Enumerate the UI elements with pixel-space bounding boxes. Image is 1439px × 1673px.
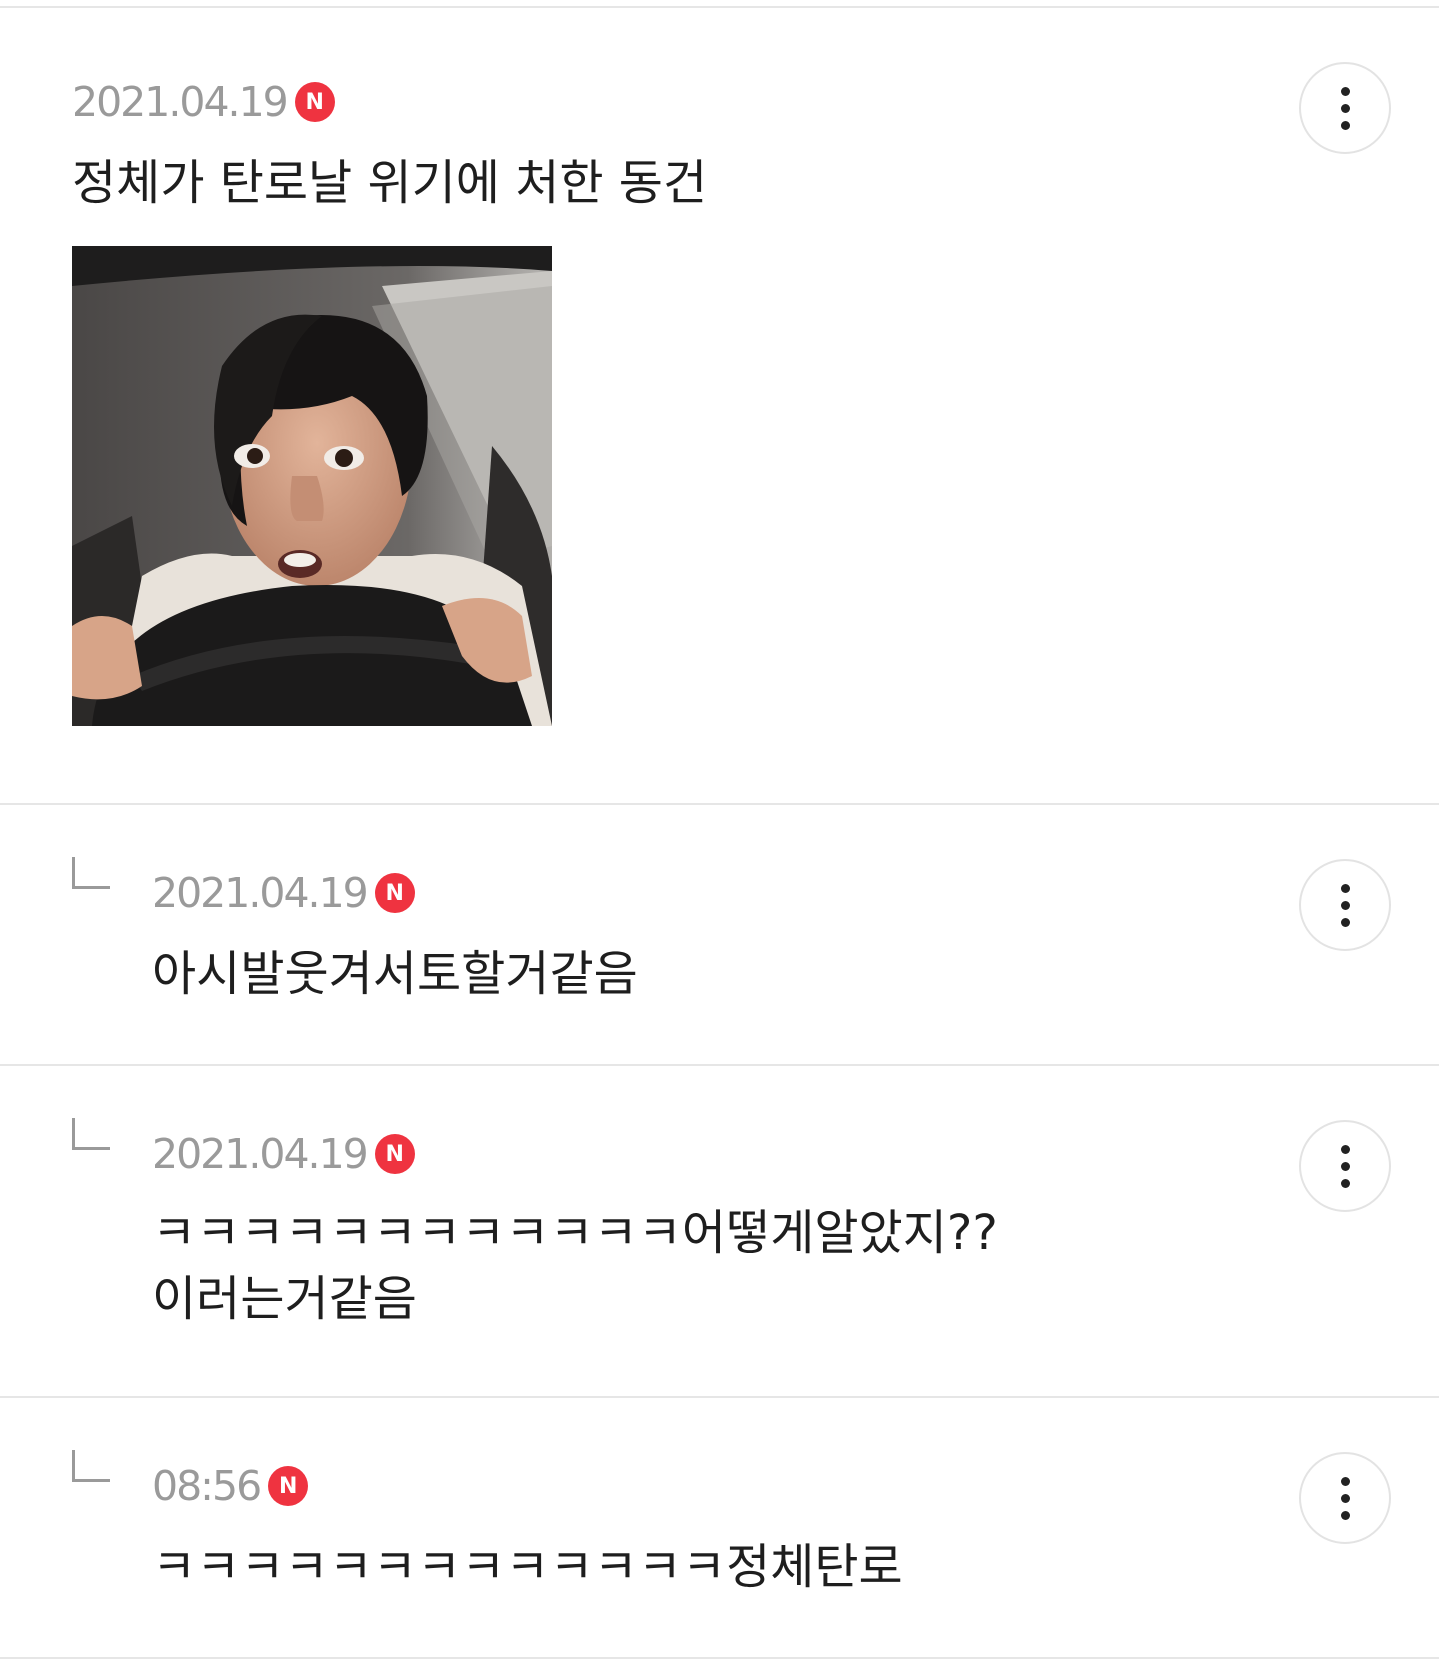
main-post: 2021.04.19 N 정체가 탄로날 위기에 처한 동건 — [0, 8, 1439, 803]
reply-date: 2021.04.19 — [152, 869, 369, 917]
reply-text: 아시발웃겨서토할거같음 — [152, 946, 638, 1002]
reply-date: 08:56 — [152, 1462, 262, 1510]
post-title: 정체가 탄로날 위기에 처한 동건 — [72, 155, 708, 211]
new-badge-icon: N — [374, 1134, 415, 1174]
reply-arrow-icon — [72, 857, 110, 889]
more-vertical-icon — [1340, 103, 1350, 113]
more-options-button[interactable] — [1299, 1120, 1391, 1212]
reply-item: 08:56 N ㅋㅋㅋㅋㅋㅋㅋㅋㅋㅋㅋㅋㅋ정체탄로 — [0, 1398, 1439, 1657]
more-vertical-icon — [1340, 1510, 1350, 1520]
post-date: 2021.04.19 — [72, 78, 289, 126]
reply-meta: 08:56 N — [152, 1462, 309, 1510]
more-vertical-icon — [1340, 120, 1350, 130]
more-vertical-icon — [1340, 883, 1350, 893]
reply-arrow-icon — [72, 1118, 110, 1150]
reply-text: ㅋㅋㅋㅋㅋㅋㅋㅋㅋㅋㅋㅋㅋ정체탄로 — [152, 1539, 903, 1595]
new-badge-icon: N — [294, 82, 335, 122]
reply-text: ㅋㅋㅋㅋㅋㅋㅋㅋㅋㅋㅋㅋ어떻게알았지?? 이러는거같음 — [152, 1205, 998, 1327]
reply-date: 2021.04.19 — [152, 1130, 369, 1178]
more-options-button[interactable] — [1299, 1452, 1391, 1544]
reply-meta: 2021.04.19 N — [152, 1130, 415, 1178]
more-options-button[interactable] — [1299, 62, 1391, 154]
new-badge-icon: N — [268, 1466, 309, 1506]
more-vertical-icon — [1340, 1161, 1350, 1171]
more-vertical-icon — [1340, 1144, 1350, 1154]
reply-item: 2021.04.19 N 아시발웃겨서토할거같음 — [0, 805, 1439, 1064]
divider — [0, 1657, 1439, 1659]
post-meta: 2021.04.19 N — [72, 78, 335, 126]
reply-arrow-icon — [72, 1450, 110, 1482]
reply-item: 2021.04.19 N ㅋㅋㅋㅋㅋㅋㅋㅋㅋㅋㅋㅋ어떻게알았지?? 이러는거같음 — [0, 1066, 1439, 1396]
more-options-button[interactable] — [1299, 859, 1391, 951]
more-vertical-icon — [1340, 1493, 1350, 1503]
reply-meta: 2021.04.19 N — [152, 869, 415, 917]
comment-thread: 2021.04.19 N 정체가 탄로날 위기에 처한 동건 2021.04.1… — [0, 0, 1439, 1673]
new-badge-icon: N — [374, 873, 415, 913]
more-vertical-icon — [1340, 917, 1350, 927]
more-vertical-icon — [1340, 86, 1350, 96]
more-vertical-icon — [1340, 900, 1350, 910]
post-image-picture — [72, 246, 552, 726]
more-vertical-icon — [1340, 1178, 1350, 1188]
post-image[interactable] — [72, 246, 552, 726]
more-vertical-icon — [1340, 1476, 1350, 1486]
